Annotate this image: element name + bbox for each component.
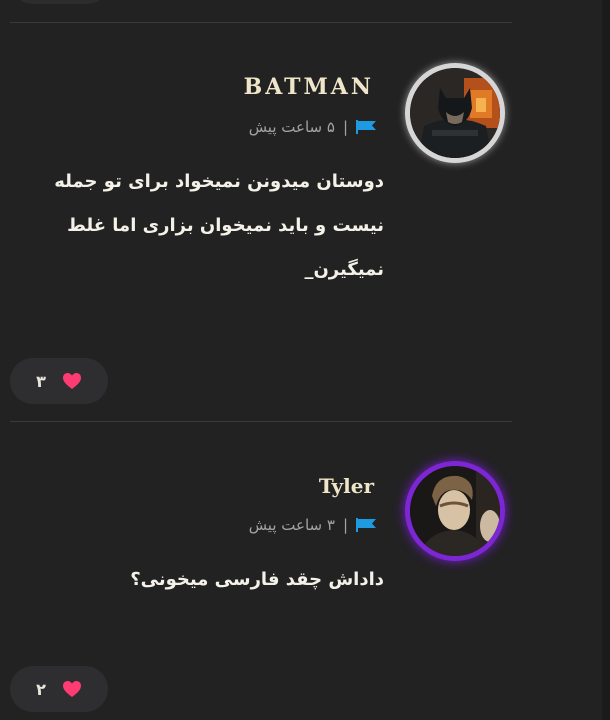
comment-meta: | ۳ ساعت پیش [249, 516, 376, 534]
like-count: ۳ [36, 371, 46, 391]
meta-separator: | [342, 516, 348, 534]
like-button[interactable]: ۳ [10, 358, 108, 404]
flag-icon [356, 120, 376, 134]
username[interactable]: BATMAN [244, 74, 374, 100]
like-button[interactable]: ۲ [10, 666, 108, 712]
tyler-avatar-image [410, 466, 500, 556]
avatar[interactable] [410, 466, 500, 556]
divider [10, 421, 512, 422]
username[interactable]: Tyler [319, 474, 374, 498]
comment-text: دوستان میدونن نمیخواد برای تو جمله نیست … [54, 171, 384, 280]
comments-page: BATMAN | ۵ ساعت پیش دوستان میدونن نمیخوا… [0, 0, 610, 720]
like-count: ۲ [36, 679, 46, 699]
comment-text: داداش چقد فارسی میخونی؟ [130, 569, 384, 590]
comment-meta: | ۵ ساعت پیش [249, 118, 376, 136]
heart-icon [62, 373, 81, 389]
batman-avatar-image [410, 68, 500, 158]
right-edge [602, 0, 610, 720]
comment-time: ۳ ساعت پیش [248, 516, 335, 534]
previous-like-button[interactable] [12, 0, 108, 4]
meta-separator: | [342, 118, 348, 136]
flag-icon [356, 518, 376, 532]
comment-time: ۵ ساعت پیش [248, 118, 335, 136]
avatar[interactable] [410, 68, 500, 158]
divider [10, 22, 512, 23]
heart-icon [62, 681, 81, 697]
